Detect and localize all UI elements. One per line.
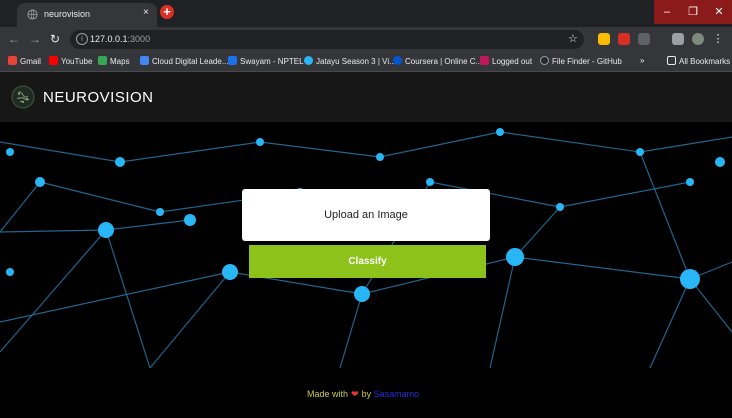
minimize-button[interactable]: –: [654, 0, 680, 24]
maps-icon: [98, 56, 107, 65]
bookmark-maps[interactable]: Maps: [98, 56, 130, 66]
bookmark-youtube[interactable]: YouTube: [49, 56, 92, 66]
menu-kebab-icon[interactable]: ⋮: [712, 33, 724, 45]
bookmark-github[interactable]: File Finder - GitHub: [540, 56, 622, 66]
upload-image-button[interactable]: Upload an Image: [242, 189, 490, 241]
logged-out-icon: [480, 56, 489, 65]
gmail-icon: [8, 56, 17, 65]
new-tab-button[interactable]: +: [160, 5, 174, 19]
tab-strip: neurovision × + – ❐ ✕: [0, 0, 732, 27]
all-bookmarks-button[interactable]: All Bookmarks: [667, 56, 730, 66]
tab-close-icon[interactable]: ×: [143, 7, 149, 18]
reload-button[interactable]: ↻: [50, 32, 60, 46]
bookmark-swayam[interactable]: Swayam - NPTEL: [228, 56, 304, 66]
bookmark-cloud[interactable]: Cloud Digital Leade...: [140, 56, 229, 66]
bookmark-jatayu[interactable]: Jatayu Season 3 | Vi...: [304, 56, 396, 66]
bookmark-star-icon[interactable]: ☆: [568, 32, 578, 45]
bookmark-gmail[interactable]: Gmail: [8, 56, 41, 66]
extension-red-icon[interactable]: [618, 33, 630, 45]
url-text: 127.0.0.1:3000: [90, 34, 151, 44]
bookmarks-bar: Gmail YouTube Maps Cloud Digital Leade..…: [0, 52, 732, 72]
forward-button[interactable]: →: [29, 32, 41, 46]
bookmark-coursera[interactable]: Coursera | Online C...: [393, 56, 482, 66]
maximize-button[interactable]: ❐: [680, 0, 706, 24]
cloud-icon: [140, 56, 149, 65]
tab-title: neurovision: [44, 9, 91, 19]
address-bar[interactable]: i 127.0.0.1:3000 ☆: [70, 30, 584, 49]
close-window-button[interactable]: ✕: [706, 0, 732, 24]
footer: Made with ❤ by Sasamamo: [0, 368, 732, 418]
jatayu-icon: [304, 56, 313, 65]
profile-avatar[interactable]: [692, 33, 704, 45]
classify-button[interactable]: Classify: [249, 245, 486, 278]
swayam-icon: [228, 56, 237, 65]
hero-network-background: Upload an Image Classify: [0, 122, 732, 368]
github-icon: [540, 56, 549, 65]
side-panel-icon[interactable]: [672, 33, 684, 45]
folder-icon: [667, 56, 676, 65]
tab-neurovision[interactable]: neurovision ×: [17, 3, 157, 27]
brand-name: NEUROVISION: [43, 89, 154, 106]
brain-logo-icon: [11, 85, 35, 109]
browser-window: neurovision × + – ❐ ✕ ← → ↻ i 127.0.0.1:…: [0, 0, 732, 418]
more-bookmarks-button[interactable]: »: [640, 56, 644, 65]
youtube-icon: [49, 56, 58, 65]
app-header: NEUROVISION: [0, 72, 732, 122]
globe-icon: [27, 9, 38, 20]
heart-icon: ❤: [351, 389, 359, 399]
back-button[interactable]: ←: [8, 32, 20, 46]
coursera-icon: [393, 56, 402, 65]
extensions-puzzle-icon[interactable]: [638, 33, 650, 45]
browser-toolbar: ← → ↻ i 127.0.0.1:3000 ☆ ⋮: [0, 27, 732, 52]
site-info-icon[interactable]: i: [76, 33, 88, 45]
extension-drive-icon[interactable]: [598, 33, 610, 45]
footer-credit: Made with ❤ by Sasamamo: [307, 389, 420, 399]
author-link[interactable]: Sasamamo: [374, 389, 420, 399]
bookmark-logged-out[interactable]: Logged out: [480, 56, 532, 66]
